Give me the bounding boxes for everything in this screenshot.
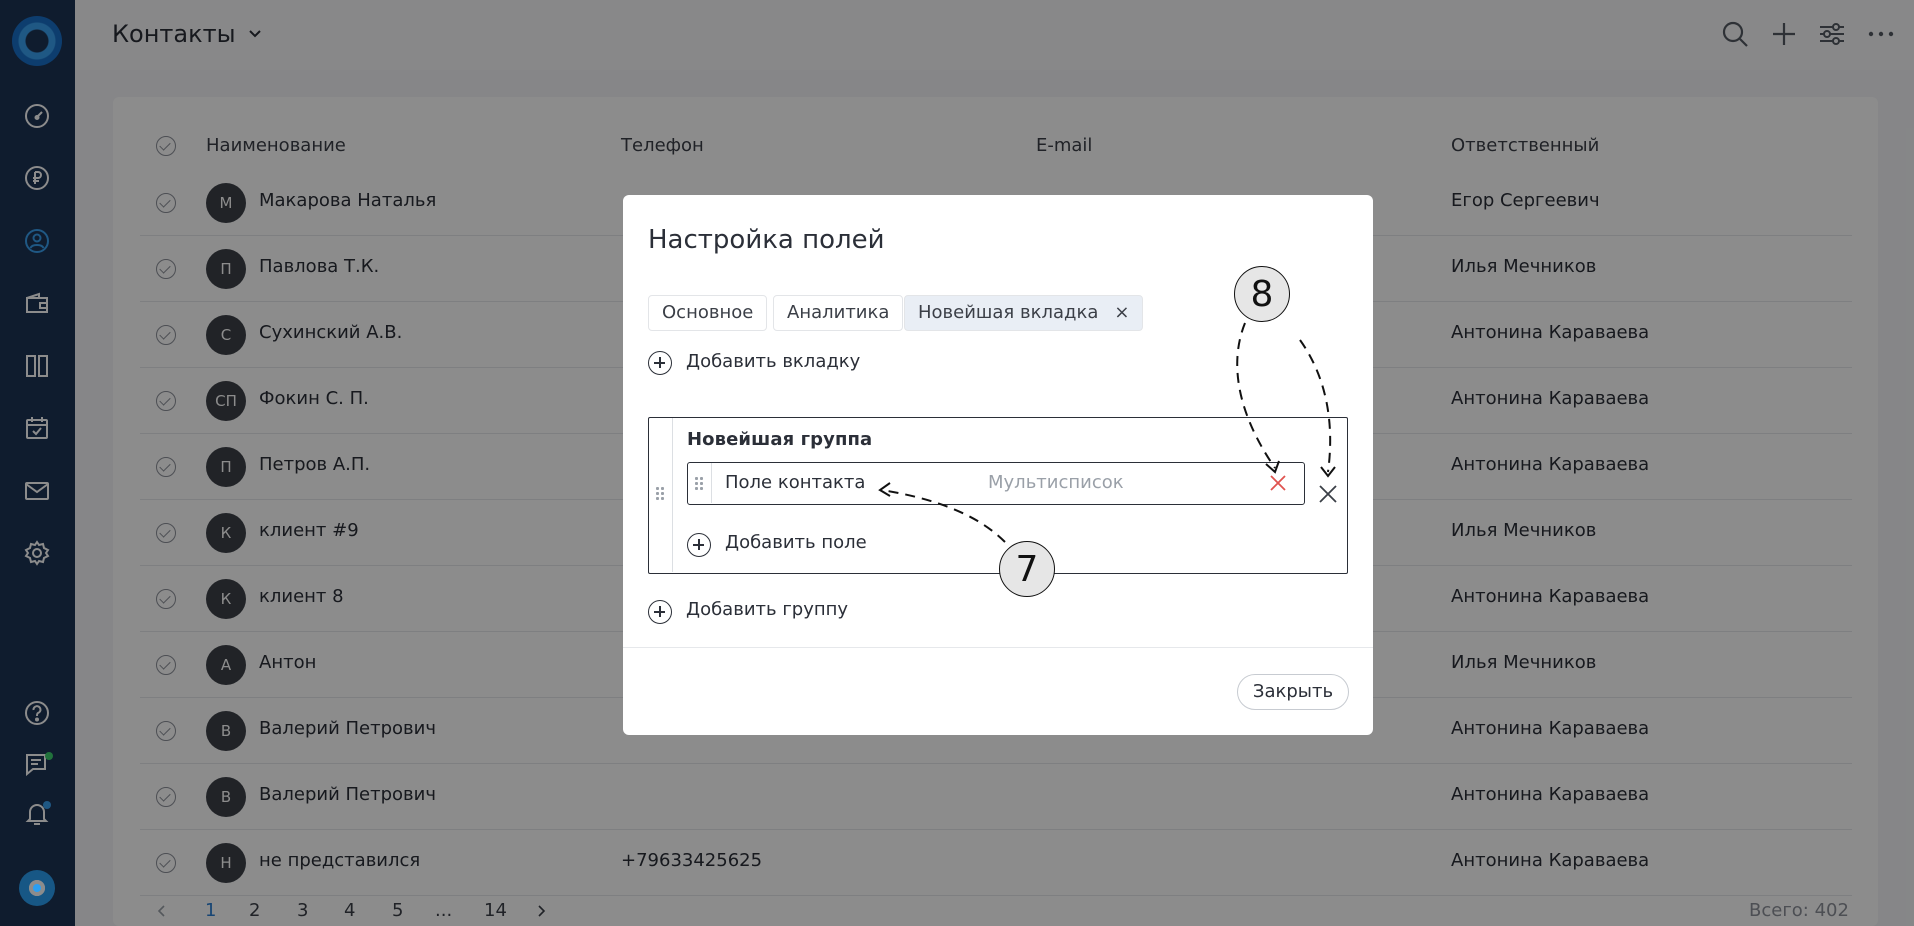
add-group-icon[interactable] [648,600,672,624]
field-row[interactable]: Поле контакта Мультисписок [687,462,1305,505]
add-tab-button[interactable]: Добавить вкладку [686,351,860,372]
annotation-callout-8: 8 [1234,266,1290,322]
tab-main[interactable]: Основное [648,295,768,331]
field-type: Мультисписок [988,472,1124,493]
close-tab-icon[interactable]: × [1114,296,1129,330]
add-tab-icon[interactable] [648,351,672,375]
field-group: Новейшая группа Поле контакта Мультиспис… [648,417,1348,574]
tab-label: Новейшая вкладка [918,302,1099,323]
close-button[interactable]: Закрыть [1237,674,1349,710]
tab-label: Аналитика [787,302,890,323]
add-group-button[interactable]: Добавить группу [686,599,848,620]
add-field-button[interactable]: Добавить поле [725,532,867,553]
group-drag-handle[interactable] [649,418,673,572]
modal-title: Настройка полей [648,225,885,255]
modal-footer-divider [623,647,1373,648]
tab-newest[interactable]: Новейшая вкладка × [904,295,1144,331]
add-field-icon[interactable] [687,533,711,557]
group-title[interactable]: Новейшая группа [687,429,872,450]
drag-handle-icon[interactable] [655,486,665,500]
tab-analytics[interactable]: Аналитика [773,295,904,331]
drag-handle-icon[interactable] [694,476,704,490]
field-drag-handle[interactable] [688,463,712,503]
field-name: Поле контакта [725,472,866,493]
annotation-callout-7: 7 [999,541,1055,597]
tab-label: Основное [662,302,754,323]
remove-field-icon[interactable] [1268,473,1288,493]
remove-group-icon[interactable] [1317,483,1339,505]
